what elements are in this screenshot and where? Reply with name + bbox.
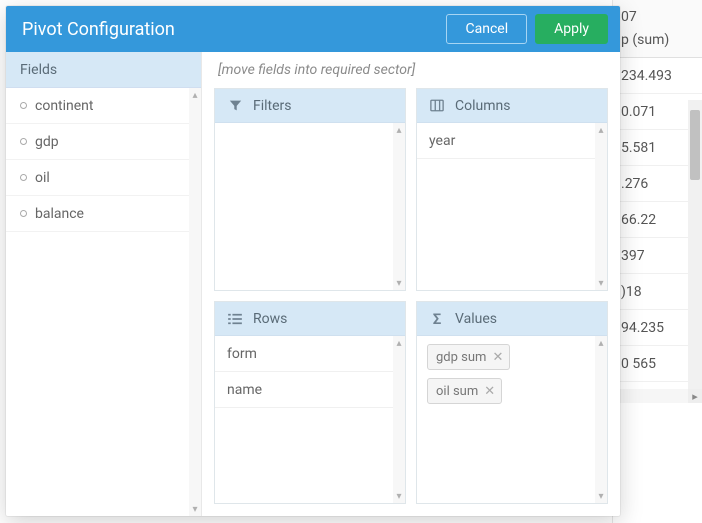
sector-rows-body[interactable]: formname ▴ ▾	[215, 336, 405, 503]
value-chip-label: gdp sum	[436, 350, 486, 365]
sector-row-item[interactable]: form	[215, 336, 405, 372]
sector-values-title: Values	[455, 311, 497, 327]
bg-scroll-right-arrow[interactable]: ▸	[688, 389, 702, 403]
filter-icon	[227, 99, 243, 112]
rows-scrollbar[interactable]: ▴ ▾	[393, 336, 405, 503]
field-bullet-icon	[20, 102, 27, 109]
field-bullet-icon	[20, 138, 27, 145]
field-item-label: gdp	[35, 134, 59, 150]
sector-columns-title: Columns	[455, 98, 510, 114]
field-item-label: continent	[35, 98, 94, 114]
sector-rows-header: Rows	[215, 302, 405, 336]
scroll-down-arrow[interactable]: ▾	[595, 276, 607, 290]
scroll-down-arrow[interactable]: ▾	[189, 502, 201, 516]
field-bullet-icon	[20, 210, 27, 217]
bg-vertical-scrollbar[interactable]	[688, 100, 702, 390]
bg-header-cell: 07	[621, 9, 694, 25]
sector-values-body[interactable]: gdp sum ✕ oil sum ✕ ▴ ▾	[417, 336, 607, 503]
value-chip[interactable]: oil sum ✕	[427, 378, 502, 404]
scroll-down-arrow[interactable]: ▾	[393, 276, 405, 290]
fields-list: continent gdp oil balance ▴ ▾	[6, 88, 201, 516]
modal-title: Pivot Configuration	[22, 19, 438, 40]
hint-text: [move fields into required sector]	[214, 52, 608, 88]
sector-columns-header: Columns	[417, 89, 607, 123]
sector-filters-title: Filters	[253, 98, 292, 114]
filters-scrollbar[interactable]: ▴ ▾	[393, 123, 405, 290]
scroll-down-arrow[interactable]: ▾	[595, 489, 607, 503]
cancel-button-label: Cancel	[465, 21, 508, 37]
cancel-button[interactable]: Cancel	[446, 14, 527, 44]
columns-scrollbar[interactable]: ▴ ▾	[595, 123, 607, 290]
bg-scroll-thumb[interactable]	[690, 110, 700, 180]
bg-horizontal-scrollbar[interactable]: ▸	[620, 389, 702, 403]
sector-values-header: Σ Values	[417, 302, 607, 336]
sector-columns-body[interactable]: year ▴ ▾	[417, 123, 607, 290]
sector-values[interactable]: Σ Values gdp sum ✕ oil sum ✕ ▴ ▾	[416, 301, 608, 504]
columns-icon	[429, 99, 445, 112]
scroll-down-arrow[interactable]: ▾	[393, 489, 405, 503]
field-item[interactable]: oil	[6, 160, 201, 196]
sector-grid: Filters ▴ ▾ Columns	[214, 88, 608, 504]
modal-header: Pivot Configuration Cancel Apply	[6, 6, 620, 52]
sector-row-item[interactable]: year	[417, 123, 607, 159]
field-item[interactable]: balance	[6, 196, 201, 232]
value-chip-label: oil sum	[436, 384, 478, 399]
sector-filters[interactable]: Filters ▴ ▾	[214, 88, 406, 291]
bg-table-header: 07 p (sum)	[613, 0, 702, 58]
field-item-label: balance	[35, 206, 84, 222]
sigma-icon: Σ	[429, 310, 445, 328]
modal-body: Fields continent gdp oil balance ▴ ▾ [move …	[6, 52, 620, 516]
scroll-up-arrow[interactable]: ▴	[393, 336, 405, 350]
bg-header-cell: p (sum)	[621, 32, 694, 48]
scroll-up-arrow[interactable]: ▴	[595, 123, 607, 137]
scroll-up-arrow[interactable]: ▴	[393, 123, 405, 137]
apply-button-label: Apply	[554, 21, 589, 37]
sector-rows-title: Rows	[253, 311, 287, 327]
field-item-label: oil	[35, 170, 50, 186]
scroll-up-arrow[interactable]: ▴	[189, 88, 201, 102]
fields-scrollbar[interactable]: ▴ ▾	[189, 88, 201, 516]
remove-chip-icon[interactable]: ✕	[484, 385, 495, 398]
sector-row-item[interactable]: name	[215, 372, 405, 408]
field-item[interactable]: gdp	[6, 124, 201, 160]
values-scrollbar[interactable]: ▴ ▾	[595, 336, 607, 503]
sector-filters-header: Filters	[215, 89, 405, 123]
bg-table-cell: 234.493	[613, 58, 702, 94]
sector-filters-body[interactable]: ▴ ▾	[215, 123, 405, 290]
scroll-up-arrow[interactable]: ▴	[595, 336, 607, 350]
sector-columns[interactable]: Columns year ▴ ▾	[416, 88, 608, 291]
sectors-panel: [move fields into required sector] Filte…	[202, 52, 620, 516]
remove-chip-icon[interactable]: ✕	[492, 351, 503, 364]
value-chip[interactable]: gdp sum ✕	[427, 344, 510, 370]
field-item[interactable]: continent	[6, 88, 201, 124]
sector-rows[interactable]: Rows formname ▴ ▾	[214, 301, 406, 504]
rows-icon	[227, 313, 243, 325]
field-bullet-icon	[20, 174, 27, 181]
fields-panel-title: Fields	[6, 52, 201, 88]
fields-panel: Fields continent gdp oil balance ▴ ▾	[6, 52, 202, 516]
apply-button[interactable]: Apply	[535, 14, 608, 44]
pivot-config-modal: Pivot Configuration Cancel Apply Fields …	[6, 6, 620, 516]
